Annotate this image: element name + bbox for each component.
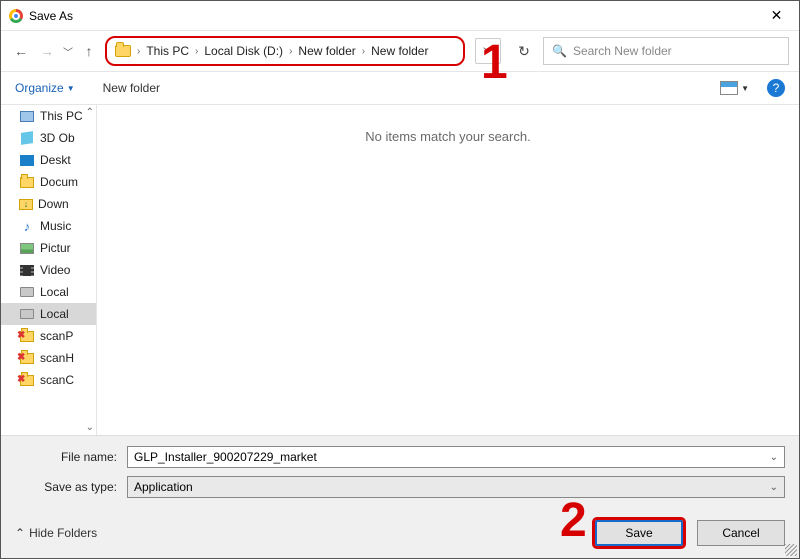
chevron-right-icon: › bbox=[137, 46, 140, 57]
chevron-right-icon: › bbox=[289, 46, 292, 57]
resize-grip[interactable] bbox=[785, 544, 797, 556]
filename-input[interactable]: GLP_Installer_900207229_market ⌄ bbox=[127, 446, 785, 468]
tree-label: Down bbox=[38, 197, 69, 211]
tree-item-downloads[interactable]: Down bbox=[1, 193, 96, 215]
organize-menu[interactable]: Organize ▼ bbox=[15, 81, 75, 95]
tree-label: scanC bbox=[40, 373, 74, 387]
cancel-button[interactable]: Cancel bbox=[697, 520, 785, 546]
breadcrumb-segment[interactable]: This PC bbox=[146, 44, 189, 58]
tree-item-scan[interactable]: ✖ scanP bbox=[1, 325, 96, 347]
close-button[interactable]: ✕ bbox=[754, 1, 799, 31]
scroll-down-icon[interactable]: ⌄ bbox=[86, 422, 94, 433]
tree-item-local-disk-c[interactable]: Local bbox=[1, 281, 96, 303]
forward-button[interactable]: → bbox=[37, 43, 57, 59]
tree-label: Video bbox=[40, 263, 70, 277]
tree-item-music[interactable]: ♪ Music bbox=[1, 215, 96, 237]
desktop-icon bbox=[20, 155, 34, 166]
breadcrumb-segment[interactable]: New folder bbox=[371, 44, 428, 58]
chevron-up-icon: ⌃ bbox=[15, 526, 25, 540]
3d-objects-icon bbox=[21, 131, 33, 145]
filename-label: File name: bbox=[15, 450, 127, 464]
tree-item-videos[interactable]: Video bbox=[1, 259, 96, 281]
filetype-value: Application bbox=[134, 480, 193, 494]
view-icon bbox=[720, 81, 738, 95]
chevron-right-icon: › bbox=[195, 46, 198, 57]
dropdown-icon[interactable]: ⌄ bbox=[770, 452, 778, 463]
filename-value: GLP_Installer_900207229_market bbox=[134, 450, 317, 464]
hide-folders-button[interactable]: ⌃ Hide Folders bbox=[15, 526, 97, 540]
tree-item-this-pc[interactable]: This PC bbox=[1, 105, 96, 127]
back-button[interactable]: ← bbox=[11, 43, 31, 59]
toolbar: Organize ▼ New folder ▼ ? bbox=[1, 71, 799, 105]
dropdown-icon[interactable]: ⌄ bbox=[770, 482, 778, 493]
breadcrumb-segment[interactable]: Local Disk (D:) bbox=[204, 44, 283, 58]
new-folder-button[interactable]: New folder bbox=[103, 81, 160, 95]
tree-label: This PC bbox=[40, 109, 83, 123]
tree-label: 3D Ob bbox=[40, 131, 75, 145]
tree-label: scanP bbox=[40, 329, 73, 343]
chevron-right-icon: › bbox=[362, 46, 365, 57]
annotation-2: 2 bbox=[560, 497, 587, 545]
hide-folders-label: Hide Folders bbox=[29, 526, 97, 540]
view-menu[interactable]: ▼ bbox=[720, 81, 749, 95]
tree-label: Local bbox=[40, 307, 69, 321]
tree-label: Pictur bbox=[40, 241, 71, 255]
tree-item-scan[interactable]: ✖ scanC bbox=[1, 369, 96, 391]
empty-message: No items match your search. bbox=[365, 129, 530, 144]
filetype-select[interactable]: Application ⌄ bbox=[127, 476, 785, 498]
history-dropdown[interactable]: ﹀ bbox=[63, 44, 73, 59]
scan-error-icon: ✖ bbox=[19, 329, 35, 343]
caret-down-icon: ▼ bbox=[67, 84, 75, 93]
disk-icon bbox=[20, 309, 34, 319]
save-as-dialog: Save As ✕ ← → ﹀ ↑ › This PC › Local Disk… bbox=[0, 0, 800, 559]
tree-item-documents[interactable]: Docum bbox=[1, 171, 96, 193]
folder-icon bbox=[115, 45, 131, 57]
tree-label: Deskt bbox=[40, 153, 71, 167]
pc-icon bbox=[20, 111, 34, 122]
tree-item-3d-objects[interactable]: 3D Ob bbox=[1, 127, 96, 149]
tree-label: Music bbox=[40, 219, 71, 233]
help-button[interactable]: ? bbox=[767, 79, 785, 97]
tree-label: Local bbox=[40, 285, 69, 299]
tree-item-desktop[interactable]: Deskt bbox=[1, 149, 96, 171]
refresh-button[interactable]: ↻ bbox=[511, 38, 537, 64]
scroll-up-icon[interactable]: ⌃ bbox=[86, 107, 94, 118]
folder-icon bbox=[20, 177, 34, 188]
chrome-icon bbox=[9, 9, 23, 23]
music-icon: ♪ bbox=[19, 219, 35, 233]
body: ⌃ This PC 3D Ob Deskt Docum Down ♪Music … bbox=[1, 105, 799, 435]
filetype-label: Save as type: bbox=[15, 480, 127, 494]
up-button[interactable]: ↑ bbox=[79, 43, 99, 59]
search-placeholder: Search New folder bbox=[573, 44, 672, 58]
tree-label: Docum bbox=[40, 175, 78, 189]
search-input[interactable]: 🔍 Search New folder bbox=[543, 37, 789, 65]
nav-tree[interactable]: ⌃ This PC 3D Ob Deskt Docum Down ♪Music … bbox=[1, 105, 97, 435]
downloads-icon bbox=[19, 199, 33, 210]
tree-item-local-disk-d[interactable]: Local bbox=[1, 303, 96, 325]
file-list[interactable]: No items match your search. bbox=[97, 105, 799, 435]
organize-label: Organize bbox=[15, 81, 64, 95]
pictures-icon bbox=[20, 243, 34, 254]
breadcrumb-segment[interactable]: New folder bbox=[298, 44, 355, 58]
disk-icon bbox=[20, 287, 34, 297]
bottom-panel: File name: GLP_Installer_900207229_marke… bbox=[1, 435, 799, 558]
address-bar[interactable]: › This PC › Local Disk (D:) › New folder… bbox=[105, 36, 465, 66]
tree-label: scanH bbox=[40, 351, 74, 365]
caret-down-icon: ▼ bbox=[741, 84, 749, 93]
refresh-icon: ↻ bbox=[518, 43, 530, 60]
scan-error-icon: ✖ bbox=[19, 373, 35, 387]
title-bar: Save As ✕ bbox=[1, 1, 799, 31]
search-icon: 🔍 bbox=[552, 44, 567, 58]
videos-icon bbox=[20, 265, 34, 276]
scan-error-icon: ✖ bbox=[19, 351, 35, 365]
tree-item-scan[interactable]: ✖ scanH bbox=[1, 347, 96, 369]
annotation-1: 1 bbox=[481, 39, 508, 87]
window-title: Save As bbox=[29, 9, 73, 23]
nav-row: ← → ﹀ ↑ › This PC › Local Disk (D:) › Ne… bbox=[1, 31, 799, 71]
save-button[interactable]: Save bbox=[595, 520, 683, 546]
tree-item-pictures[interactable]: Pictur bbox=[1, 237, 96, 259]
